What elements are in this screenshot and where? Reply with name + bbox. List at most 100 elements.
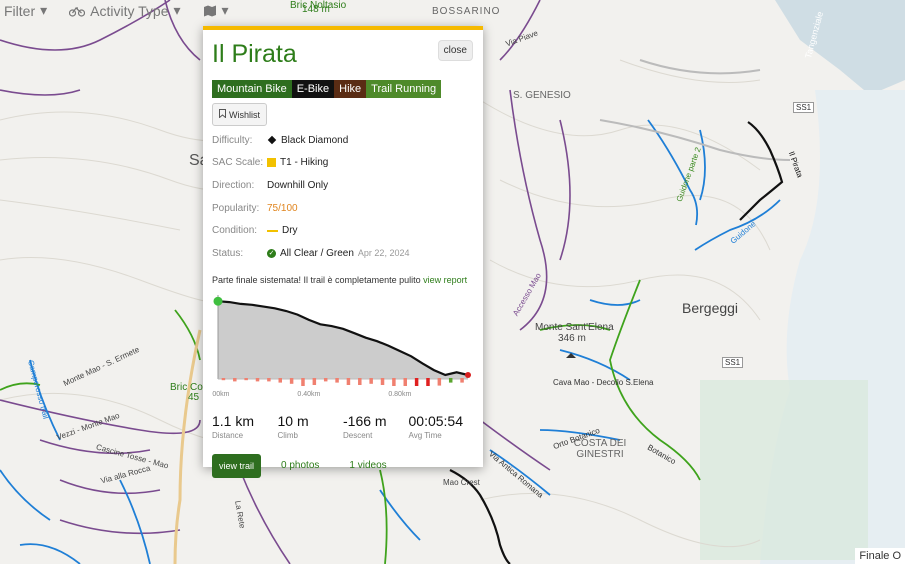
- x-tick-label: 0.80km: [388, 391, 411, 398]
- map-toolbar: Filter ▾ Activity Type ▾ ▾: [4, 2, 229, 19]
- wishlist-button[interactable]: Wishlist: [212, 103, 267, 126]
- gradient-bar: [403, 377, 407, 386]
- stat-label: Distance: [212, 430, 244, 440]
- gradient-bar: [392, 377, 396, 386]
- videos-link[interactable]: 1 videos: [349, 460, 386, 471]
- stat-value: -166 m: [343, 412, 387, 429]
- place-bossarino: BOSSARINO: [432, 6, 501, 17]
- status-date: Apr 22, 2024: [357, 248, 410, 259]
- activity-type-dropdown[interactable]: Activity Type ▾: [69, 2, 181, 19]
- gradient-bar: [346, 377, 351, 385]
- tag-trail-running: Trail Running: [366, 80, 442, 98]
- chevron-down-icon: ▾: [173, 2, 181, 18]
- stat-descent: -166 m Descent: [343, 413, 409, 440]
- elevation-profile-chart: 0.00km 0.40km 0.80km: [212, 294, 471, 398]
- detail-value: T1 - Hiking: [280, 157, 329, 169]
- trail-popup: Il Pirata close Mountain Bike E-Bike Hik…: [203, 26, 483, 478]
- popup-actions: view trail 0 photos 1 videos: [212, 453, 474, 478]
- tag-hike: Hike: [334, 80, 367, 98]
- filter-dropdown[interactable]: Filter ▾: [4, 2, 47, 19]
- gradient-bar: [289, 377, 294, 384]
- gradient-bar: [358, 377, 362, 385]
- detail-key: Status:: [212, 247, 244, 259]
- tag-e-bike: E-Bike: [291, 80, 335, 98]
- detail-row-condition: Condition: Dry: [212, 219, 474, 242]
- stat-value: 10 m: [277, 412, 309, 429]
- map-layers-dropdown[interactable]: ▾: [203, 2, 229, 19]
- road-sign-ss1-south: SS1: [722, 357, 744, 368]
- gradient-bar: [312, 377, 317, 385]
- elevation-45: 45: [188, 392, 200, 403]
- gradient-bar: [426, 377, 430, 386]
- gradient-bar: [369, 377, 373, 384]
- gradient-bar: [323, 377, 328, 381]
- place-mao-crest: Mao Crest: [443, 478, 480, 487]
- detail-row-status: Status: ✓ All Clear / Green Apr 22, 2024: [212, 242, 474, 265]
- detail-key: Popularity:: [212, 202, 260, 214]
- detail-key: Condition:: [212, 225, 258, 237]
- gradient-bar: [233, 377, 237, 381]
- stat-label: Avg Time: [408, 430, 442, 440]
- detail-value: Black Diamond: [281, 134, 349, 146]
- trail-title[interactable]: Il Pirata: [212, 40, 474, 69]
- gradient-bar: [335, 377, 339, 383]
- gradient-bar: [460, 377, 464, 383]
- gradient-bar: [255, 377, 260, 381]
- chevron-down-icon: ▾: [221, 2, 229, 18]
- place-bergeggi: Bergeggi: [682, 300, 739, 316]
- stat-label: Climb: [277, 430, 298, 440]
- stat-distance: 1.1 km Distance: [212, 413, 278, 440]
- popularity-value: 75/100: [267, 202, 298, 214]
- trail-report: Parte finale sistemata! Il trail è compl…: [212, 275, 474, 285]
- yellow-square-icon: [267, 158, 276, 168]
- detail-row-popularity: Popularity: 75/100: [212, 197, 474, 220]
- x-tick-label: 0.00km: [212, 391, 230, 398]
- report-text: Parte finale sistemata! Il trail è compl…: [212, 274, 421, 285]
- place-monte-sant-elena: Monte Sant'Elena: [535, 322, 614, 333]
- detail-value: Dry: [282, 225, 298, 237]
- detail-key: Direction:: [212, 179, 255, 191]
- detail-key: SAC Scale:: [212, 157, 264, 169]
- detail-row-direction: Direction: Downhill Only: [212, 174, 474, 197]
- gradient-bar: [221, 377, 226, 380]
- detail-key: Difficulty:: [212, 134, 253, 146]
- yellow-dash-icon: [267, 229, 278, 232]
- map-icon: [203, 5, 217, 17]
- trail-details: Difficulty: Black Diamond SAC Scale: T1 …: [212, 129, 474, 265]
- detail-value: Downhill Only: [267, 179, 329, 191]
- gradient-bar: [448, 377, 453, 383]
- view-trail-button[interactable]: view trail: [212, 453, 262, 478]
- gradient-bar: [380, 377, 385, 385]
- stat-label: Descent: [343, 430, 373, 440]
- place-s-genesio: S. GENESIO: [513, 90, 571, 101]
- bike-icon: [69, 5, 86, 17]
- close-button[interactable]: close: [437, 40, 473, 61]
- stat-value: 1.1 km: [212, 412, 255, 429]
- road-sign-ss1: SS1: [793, 102, 815, 113]
- view-report-link[interactable]: view report: [423, 275, 467, 285]
- detail-value: All Clear / Green: [280, 247, 354, 259]
- activity-tags: Mountain Bike E-Bike Hike Trail Running: [212, 80, 474, 98]
- gradient-bar: [278, 377, 282, 383]
- gradient-bar: [244, 377, 248, 380]
- filter-label: Filter: [4, 2, 36, 19]
- wishlist-label: Wishlist: [229, 109, 260, 120]
- gradient-bar: [267, 377, 271, 381]
- gradient-bar: [414, 377, 419, 386]
- elevation-148: 148 m: [302, 4, 330, 15]
- stat-climb: 10 m Climb: [278, 413, 344, 440]
- tag-mountain-bike: Mountain Bike: [212, 80, 292, 98]
- detail-row-sac-scale: SAC Scale: T1 - Hiking: [212, 152, 474, 175]
- detail-row-difficulty: Difficulty: Black Diamond: [212, 129, 474, 152]
- trail-stats: 1.1 km Distance 10 m Climb -166 m Descen…: [212, 413, 474, 440]
- chevron-down-icon: ▾: [40, 2, 48, 18]
- photos-link[interactable]: 0 photos: [281, 460, 319, 471]
- map-attribution[interactable]: Finale O: [855, 548, 905, 564]
- check-icon: ✓: [267, 248, 276, 258]
- start-point-marker: [213, 296, 223, 306]
- bookmark-icon: [219, 109, 226, 120]
- stat-value: 00:05:54: [408, 412, 464, 429]
- gradient-bar: [301, 377, 305, 386]
- black-diamond-icon: [267, 136, 277, 145]
- trail-label-cava-mao: Cava Mao - Decollo S.Elena: [553, 378, 654, 387]
